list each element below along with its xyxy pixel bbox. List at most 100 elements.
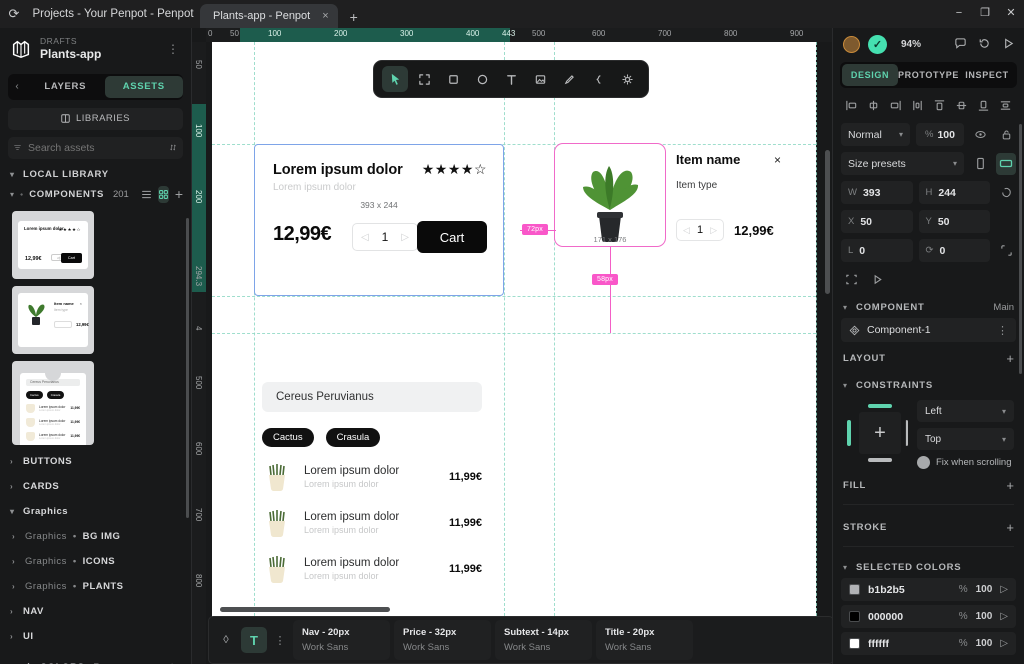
tab-assets[interactable]: ASSETS — [104, 75, 183, 98]
vertical-scrollbar[interactable] — [825, 150, 830, 294]
list-item[interactable]: Lorem ipsum dolor Lorem ipsum dolor 11,99… — [262, 507, 482, 539]
constraint-left-handle[interactable] — [847, 420, 851, 446]
qty-increment-icon[interactable]: ▷ — [401, 232, 409, 243]
list-item[interactable]: Lorem ipsum dolor Lorem ipsum dolor 11,99… — [262, 461, 482, 493]
constraint-bottom-handle[interactable] — [868, 458, 892, 462]
asset-group-buttons[interactable]: › BUTTONS — [0, 449, 191, 474]
qty-decrement-icon[interactable]: ◁ — [361, 232, 369, 243]
typography-item-price[interactable]: Price - 32px Work Sans — [394, 620, 491, 660]
component-row[interactable]: Component-1 ⋮ — [841, 318, 1016, 342]
browser-tab-plants-app[interactable]: Plants-app - Penpot × — [200, 4, 338, 28]
color-swatch[interactable] — [849, 638, 860, 649]
constraint-vertical-select[interactable]: Top ▾ — [917, 428, 1014, 450]
apply-color-icon[interactable]: ▷ — [1000, 638, 1008, 649]
typography-icon[interactable]: T — [241, 627, 267, 653]
list-view-icon[interactable] — [141, 186, 152, 203]
ellipse-tool[interactable] — [469, 66, 495, 92]
rotation-field[interactable]: ⟳ 0 — [918, 239, 990, 262]
pen-tool[interactable] — [556, 66, 582, 92]
add-stroke-icon[interactable]: + — [1006, 520, 1014, 535]
asset-group-graphics-plants[interactable]: › Graphics • PLANTS — [0, 574, 191, 599]
add-layout-icon[interactable]: + — [1006, 351, 1014, 366]
horizontal-scrollbar[interactable] — [220, 607, 390, 612]
comments-icon[interactable] — [952, 37, 968, 53]
asset-group-cards[interactable]: › CARDS — [0, 474, 191, 499]
project-name[interactable]: Plants-app — [40, 47, 157, 62]
chevron-down-icon[interactable]: ▾ — [843, 303, 850, 312]
rect-tool[interactable] — [440, 66, 466, 92]
board-tool[interactable] — [411, 66, 437, 92]
width-field[interactable]: W 393 — [841, 181, 913, 204]
apply-color-icon[interactable]: ▷ — [1000, 584, 1008, 595]
lock-icon[interactable] — [996, 124, 1016, 146]
typography-item-subtext[interactable]: Subtext - 14px Work Sans — [495, 620, 592, 660]
constraint-right-handle[interactable] — [905, 420, 908, 446]
color-swatch[interactable] — [849, 584, 860, 595]
typography-menu-icon[interactable]: ⋮ — [271, 634, 289, 647]
blend-mode-select[interactable]: Normal ▾ — [841, 123, 910, 146]
constraint-top-handle[interactable] — [868, 404, 892, 408]
plugins-tool[interactable] — [614, 66, 640, 92]
color-drop-icon[interactable]: ◊ — [215, 634, 237, 646]
chevron-down-icon[interactable]: ▾ — [843, 381, 850, 390]
apply-color-icon[interactable]: ▷ — [1000, 611, 1008, 622]
list-screen-preview[interactable]: Cereus Peruvianus Cactus Crasula Lorem i… — [262, 382, 482, 585]
align-middle-icon[interactable] — [953, 97, 970, 114]
component-thumbnail-list-screen[interactable]: Cereus Peruvianus Cactus Crasula Lorem i… — [12, 360, 94, 445]
filter-chip-crasula[interactable]: Crasula — [325, 428, 381, 447]
align-right-icon[interactable] — [887, 97, 904, 114]
sidebar-scrollbar[interactable] — [186, 218, 189, 518]
chevron-down-icon[interactable]: ▾ — [10, 190, 14, 199]
asset-group-nav[interactable]: › NAV — [0, 599, 191, 624]
product-card[interactable]: Lorem ipsum dolor Lorem ipsum dolor ★★★★… — [254, 144, 504, 296]
minimize-button[interactable]: − — [952, 7, 966, 19]
add-component-icon[interactable]: + — [175, 186, 183, 203]
show-in-viewer-icon[interactable] — [867, 268, 887, 290]
distribute-v-icon[interactable] — [997, 97, 1014, 114]
move-tool[interactable] — [382, 66, 408, 92]
item-card-image[interactable]: 171 x 176 — [554, 143, 666, 247]
add-fill-icon[interactable]: + — [1006, 478, 1014, 493]
border-radius-field[interactable]: L 0 — [841, 239, 913, 262]
grid-view-icon[interactable] — [157, 185, 169, 203]
plant-search-field[interactable]: Cereus Peruvianus — [262, 382, 482, 412]
distribute-h-icon[interactable] — [909, 97, 926, 114]
fix-when-scrolling-toggle[interactable] — [917, 456, 930, 469]
y-field[interactable]: Y 50 — [918, 210, 990, 233]
add-color-icon[interactable]: + — [164, 659, 181, 664]
path-tool[interactable] — [585, 66, 611, 92]
orientation-portrait-icon[interactable] — [970, 153, 990, 175]
asset-group-ui[interactable]: › UI — [0, 624, 191, 649]
design-board[interactable]: Components Lorem ipsum dolor Lorem ipsum… — [206, 42, 832, 664]
text-tool[interactable] — [498, 66, 524, 92]
add-to-cart-button[interactable]: Cart — [417, 221, 487, 253]
selected-color-row[interactable]: 000000 % 100 ▷ — [841, 605, 1016, 628]
item-card-close-icon[interactable]: × — [774, 153, 781, 167]
libraries-button[interactable]: LIBRARIES — [8, 107, 183, 130]
qty-decrement-icon[interactable]: ◁ — [683, 225, 690, 236]
item-card-quantity-stepper[interactable]: ◁ 1 ▷ — [676, 219, 724, 241]
chevron-down-icon[interactable]: ▾ — [843, 563, 850, 572]
x-field[interactable]: X 50 — [841, 210, 913, 233]
present-play-icon[interactable] — [1000, 37, 1016, 53]
orientation-landscape-icon[interactable] — [996, 152, 1016, 175]
window-close-button[interactable]: ✕ — [1004, 6, 1018, 19]
proportion-lock-icon[interactable] — [996, 182, 1016, 204]
history-icon[interactable] — [976, 37, 992, 53]
filter-icon[interactable] — [14, 142, 21, 153]
sort-icon[interactable] — [170, 142, 177, 153]
artboard-components[interactable]: Components Lorem ipsum dolor Lorem ipsum… — [212, 42, 817, 636]
image-tool[interactable] — [527, 66, 553, 92]
filter-chip-cactus[interactable]: Cactus — [262, 428, 314, 447]
maximize-button[interactable]: ❐ — [978, 6, 992, 19]
clip-content-icon[interactable] — [841, 268, 861, 290]
new-tab-button[interactable]: + — [338, 9, 370, 25]
search-input[interactable] — [28, 141, 163, 154]
align-bottom-icon[interactable] — [975, 97, 992, 114]
align-left-icon[interactable] — [843, 97, 860, 114]
tab-prototype[interactable]: PROTOTYPE — [898, 64, 959, 86]
reload-icon[interactable]: ⟳ — [0, 6, 28, 22]
component-menu-icon[interactable]: ⋮ — [997, 324, 1008, 337]
typography-item-title[interactable]: Title - 20px Work Sans — [596, 620, 693, 660]
browser-tab-close-icon[interactable]: × — [322, 10, 328, 22]
